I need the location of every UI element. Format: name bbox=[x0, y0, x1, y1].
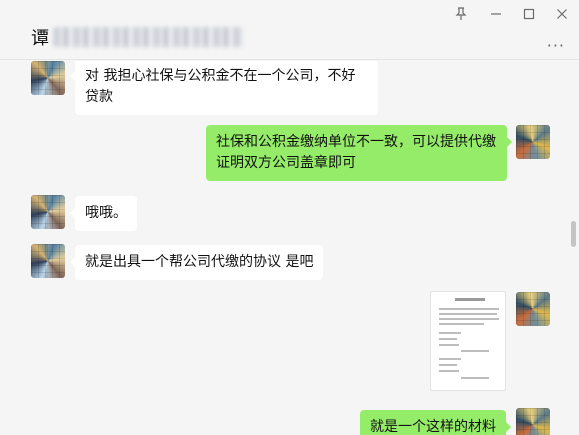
chat-title: 谭 bbox=[31, 24, 243, 50]
contact-avatar[interactable] bbox=[31, 195, 65, 229]
message-text: 社保和公积金缴纳单位不一致，可以提供代缴证明双方公司盖章即可 bbox=[216, 134, 496, 171]
scrollbar-thumb[interactable] bbox=[571, 221, 576, 247]
message-text: 对 我担心社保与公积金不在一个公司，不好贷款 bbox=[85, 68, 356, 105]
my-avatar[interactable] bbox=[516, 408, 550, 435]
contact-name-redacted bbox=[53, 27, 243, 47]
minimize-icon[interactable] bbox=[482, 4, 510, 24]
my-avatar[interactable] bbox=[516, 125, 550, 159]
my-avatar[interactable] bbox=[516, 292, 550, 326]
contact-name: 谭 bbox=[31, 28, 49, 49]
pin-icon[interactable] bbox=[447, 4, 475, 24]
message-list[interactable]: 对 我担心社保与公积金不在一个公司，不好贷款 社保和公积金缴纳单位不一致，可以提… bbox=[0, 61, 568, 435]
image-message-document[interactable] bbox=[430, 291, 506, 391]
contact-avatar[interactable] bbox=[31, 61, 65, 95]
message-bubble-incoming[interactable]: 就是出具一个帮公司代缴的协议 是吧 bbox=[69, 245, 324, 280]
message-scrollbar[interactable] bbox=[569, 61, 579, 435]
message-bubble-outgoing[interactable]: 社保和公积金缴纳单位不一致，可以提供代缴证明双方公司盖章即可 bbox=[206, 125, 512, 181]
message-bubble-incoming[interactable]: 对 我担心社保与公积金不在一个公司，不好贷款 bbox=[70, 61, 378, 115]
message-text: 哦哦。 bbox=[85, 205, 127, 221]
maximize-icon[interactable] bbox=[515, 4, 543, 24]
message-text: 就是一个这样的材料 bbox=[370, 419, 496, 435]
message-bubble-outgoing[interactable]: 就是一个这样的材料 bbox=[360, 410, 511, 435]
message-bubble-incoming[interactable]: 哦哦。 bbox=[70, 196, 137, 231]
message-text: 就是出具一个帮公司代缴的协议 是吧 bbox=[85, 254, 314, 270]
close-icon[interactable] bbox=[548, 4, 576, 24]
chat-header: 谭 ··· bbox=[0, 0, 579, 60]
contact-avatar[interactable] bbox=[31, 244, 65, 278]
more-options-button[interactable]: ··· bbox=[547, 36, 565, 55]
